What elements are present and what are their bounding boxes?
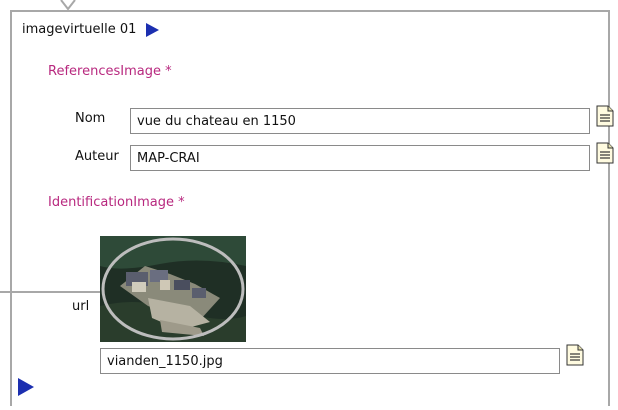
castle-photo [100, 236, 246, 342]
next-play-icon[interactable] [18, 378, 34, 396]
document-icon[interactable] [566, 344, 584, 366]
image-thumbnail[interactable] [100, 236, 246, 342]
section-title: imagevirtuelle 01 [22, 22, 137, 37]
auteur-field[interactable] [130, 145, 590, 171]
url-label: url [72, 299, 90, 314]
references-heading: ReferencesImage * [48, 64, 172, 79]
identification-heading: IdentificationImage * [48, 195, 185, 210]
nom-label: Nom [75, 111, 106, 126]
document-icon[interactable] [596, 105, 614, 127]
expand-play-icon[interactable] [146, 22, 160, 37]
document-icon[interactable] [596, 142, 614, 164]
section-header: imagevirtuelle 01 [22, 22, 160, 37]
nom-field[interactable] [130, 108, 590, 134]
file-field[interactable] [100, 348, 560, 374]
auteur-label: Auteur [75, 149, 119, 164]
